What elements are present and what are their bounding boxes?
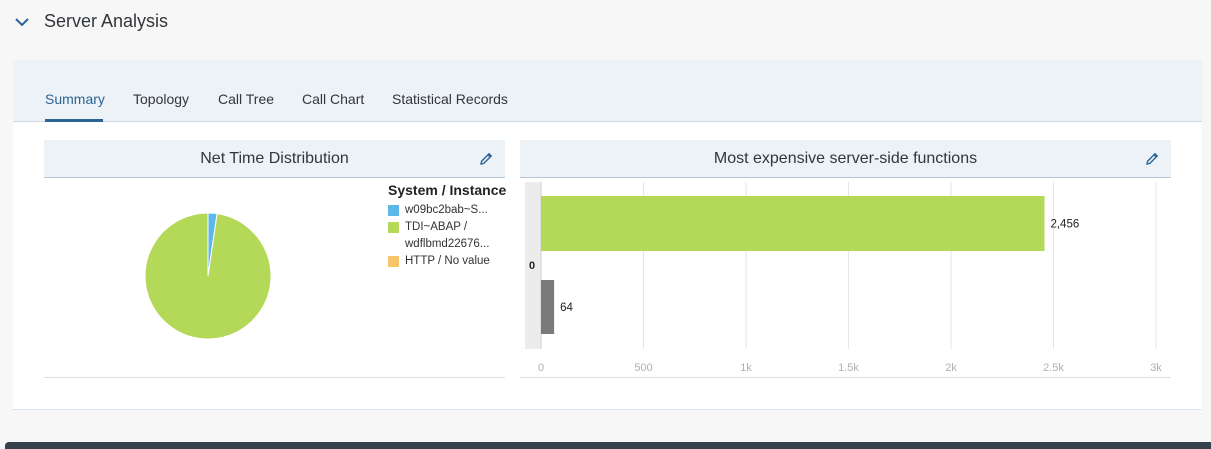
tab-bar: Summary Topology Call Tree Call Chart St… xyxy=(13,60,1202,122)
category-label: 0 xyxy=(529,260,535,272)
legend-item[interactable]: HTTP / No value xyxy=(388,253,508,270)
tab-statistical-records[interactable]: Statistical Records xyxy=(392,91,508,107)
chevron-down-icon[interactable] xyxy=(14,14,30,30)
bar[interactable] xyxy=(541,280,555,334)
legend-swatch xyxy=(388,256,399,267)
footer-bar xyxy=(5,442,1211,449)
x-tick-label: 500 xyxy=(634,362,652,374)
legend-item[interactable]: w09bc2bab~S... xyxy=(388,202,508,219)
tab-call-tree[interactable]: Call Tree xyxy=(218,91,274,107)
legend-swatch xyxy=(388,222,399,233)
card-header: Net Time Distribution xyxy=(44,140,505,178)
section-title: Server Analysis xyxy=(44,11,169,31)
bar[interactable] xyxy=(541,196,1045,251)
pencil-icon[interactable] xyxy=(478,151,494,167)
data-label: 2,456 xyxy=(1050,219,1079,231)
tab-call-chart[interactable]: Call Chart xyxy=(302,91,364,107)
card-title: Most expensive server-side functions xyxy=(713,150,978,167)
x-tick-label: 2.5k xyxy=(1043,362,1064,374)
section-header: Server Analysis xyxy=(0,0,1211,44)
net-time-distribution-card: Net Time Distribution System / Instance … xyxy=(44,140,508,378)
x-tick-label: 2k xyxy=(945,362,957,374)
card-header: Most expensive server-side functions xyxy=(520,140,1171,178)
x-tick-label: 1k xyxy=(740,362,752,374)
legend-swatch xyxy=(388,205,399,216)
legend-title: System / Instance xyxy=(388,182,507,198)
pie-slice[interactable] xyxy=(144,212,272,340)
server-analysis-panel: Summary Topology Call Tree Call Chart St… xyxy=(13,60,1202,410)
card-title: Net Time Distribution xyxy=(200,150,349,167)
legend-label: w09bc2bab~S... xyxy=(405,204,488,216)
legend-label: TDI~ABAP / wdflbmd22676... xyxy=(405,221,490,250)
card-divider xyxy=(520,377,1171,378)
x-tick-label: 1.5k xyxy=(838,362,859,374)
legend-item[interactable]: TDI~ABAP / wdflbmd22676... xyxy=(388,219,508,253)
pie-legend: System / Instance w09bc2bab~S... TDI~ABA… xyxy=(388,182,508,270)
x-tick-label: 3k xyxy=(1150,362,1162,374)
data-label: 64 xyxy=(560,302,573,314)
x-tick-label: 0 xyxy=(538,362,544,374)
most-expensive-functions-card: Most expensive server-side functions 0 50… xyxy=(520,140,1171,378)
pencil-icon[interactable] xyxy=(1144,151,1160,167)
active-tab-indicator xyxy=(45,119,103,122)
card-divider xyxy=(44,377,505,378)
tab-topology[interactable]: Topology xyxy=(133,91,189,107)
bar-chart: 0 500 1k 1.5k 2k 2.5k 3k 2,456 64 0 xyxy=(525,182,1162,374)
pie-chart xyxy=(144,212,272,340)
legend-label: HTTP / No value xyxy=(405,255,490,267)
tab-summary[interactable]: Summary xyxy=(45,91,105,107)
